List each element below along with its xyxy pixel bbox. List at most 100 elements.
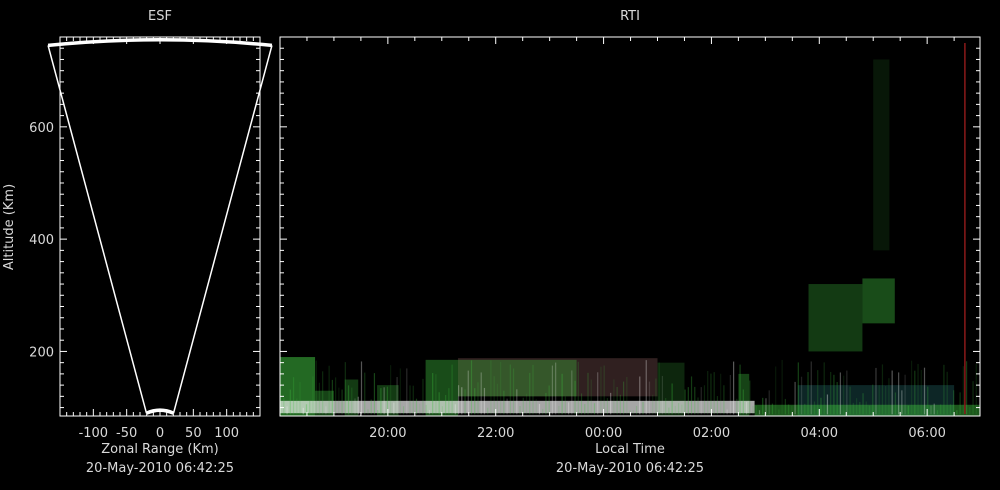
rti-echo-striation bbox=[292, 377, 295, 415]
rti-echo-striation bbox=[739, 364, 741, 415]
rti-echo-striation bbox=[752, 405, 754, 415]
rti-echo-striation bbox=[606, 398, 609, 415]
rti-echo-striation bbox=[690, 376, 693, 415]
rti-echo-striation bbox=[616, 387, 618, 415]
rti-echo-striation bbox=[804, 403, 806, 415]
rti-echo-striation bbox=[402, 406, 405, 415]
rti-echo-striation bbox=[684, 389, 686, 415]
rti-echo-striation bbox=[710, 373, 712, 415]
rti-echo-striation bbox=[694, 386, 696, 415]
rti-echo-striation bbox=[940, 404, 942, 415]
rti-echo-striation bbox=[652, 394, 654, 415]
esf-x-tick-label: -100 bbox=[79, 426, 109, 441]
rti-echo-striation bbox=[357, 396, 359, 415]
rti-echo-striation bbox=[509, 364, 511, 415]
rti-echo-striation bbox=[907, 405, 909, 415]
rti-echo-striation bbox=[564, 396, 566, 415]
rti-echo-striation bbox=[849, 386, 851, 415]
rti-echo-striation bbox=[632, 410, 634, 415]
rti-echo-striation bbox=[328, 365, 330, 415]
rti-echo-striation bbox=[784, 398, 786, 415]
rti-echo-striation bbox=[622, 381, 625, 415]
rti-echo-striation bbox=[742, 389, 744, 415]
rti-echo-striation bbox=[953, 390, 955, 415]
rti-echo-striation bbox=[302, 407, 304, 415]
rti-echo-striation bbox=[470, 360, 473, 415]
rti-echo-striation bbox=[733, 361, 735, 415]
rti-echo-striation bbox=[898, 372, 900, 415]
rti-echo-striation bbox=[289, 389, 291, 415]
rti-echo-striation bbox=[642, 401, 644, 415]
rti-echo-striation bbox=[923, 367, 926, 415]
esf-title: ESF bbox=[148, 9, 172, 24]
rti-echo-striation bbox=[962, 366, 964, 415]
rti-echo-striation bbox=[406, 368, 408, 415]
rti-echo-striation bbox=[587, 372, 589, 415]
rti-echo-striation bbox=[535, 399, 537, 415]
rti-echo-striation bbox=[286, 406, 288, 415]
rti-echo-striation bbox=[338, 387, 340, 415]
rti-echo-striation bbox=[930, 405, 932, 415]
rti-echo-striation bbox=[364, 372, 366, 415]
rti-x-tick-label: 20:00 bbox=[369, 426, 406, 441]
rti-echo-striation bbox=[322, 371, 324, 415]
rti-echo-striation bbox=[648, 381, 651, 415]
rti-echo-striation bbox=[571, 370, 573, 415]
rti-echo-striation bbox=[862, 393, 864, 415]
rti-echo-striation bbox=[768, 390, 770, 415]
rti-echo-striation bbox=[506, 398, 508, 415]
rti-echo-striation bbox=[487, 407, 489, 415]
rti-echo-striation bbox=[681, 404, 683, 415]
rti-echo-striation bbox=[846, 370, 848, 415]
rti-echo-striation bbox=[888, 378, 890, 415]
rti-echo-striation bbox=[797, 362, 799, 415]
rti-echo-striation bbox=[833, 374, 835, 415]
rti-echo-striation bbox=[525, 393, 528, 415]
rti-echo-striation bbox=[959, 392, 961, 415]
rti-echo-striation bbox=[894, 392, 896, 415]
rti-echo-striation bbox=[707, 370, 709, 415]
rti-echo-striation bbox=[626, 376, 628, 415]
rti-echo-striation bbox=[590, 379, 592, 415]
rti-echo-striation bbox=[661, 375, 664, 415]
esf-x-axis-label: Zonal Range (Km) bbox=[101, 442, 218, 457]
rti-echo-striation bbox=[448, 388, 450, 415]
rti-echo-striation bbox=[875, 367, 877, 415]
rti-echo-striation bbox=[820, 397, 822, 415]
rti-echo-striation bbox=[555, 362, 557, 415]
rti-echo-striation bbox=[483, 387, 486, 415]
rti-echo-striation bbox=[393, 402, 395, 415]
rti-echo-striation bbox=[723, 385, 725, 415]
rti-echo-striation bbox=[823, 362, 825, 415]
rti-echo-striation bbox=[674, 405, 676, 415]
rti-echo-striation bbox=[464, 389, 466, 415]
rti-echo-striation bbox=[872, 384, 874, 415]
rti-echo-striation bbox=[428, 409, 431, 415]
rti-echo-striation bbox=[729, 374, 731, 415]
rti-echo-striation bbox=[445, 395, 447, 415]
rti-echo-striation bbox=[516, 389, 518, 415]
rti-echo-region bbox=[873, 59, 890, 251]
esf-y-axis-label: Altitude (Km) bbox=[2, 184, 17, 270]
rti-echo-striation bbox=[309, 400, 311, 415]
rti-echo-striation bbox=[736, 398, 738, 415]
rti-echo-region bbox=[808, 284, 863, 352]
rti-echo-striation bbox=[901, 390, 903, 415]
rti-echo-striation bbox=[500, 361, 502, 415]
esf-y-tick-label: 600 bbox=[29, 121, 54, 136]
figure: ESF RTI -100 -50 0 50 100 200 400 600 20:00 22:0… bbox=[0, 0, 1000, 490]
esf-x-tick-label: 50 bbox=[185, 426, 202, 441]
rti-echo-striation bbox=[749, 380, 751, 415]
rti-echo-striation bbox=[700, 387, 702, 415]
rti-echo-striation bbox=[716, 396, 719, 415]
rti-echo-striation bbox=[548, 385, 550, 415]
rti-echo-striation bbox=[503, 390, 505, 415]
rti-echo-striation bbox=[477, 382, 479, 415]
rti-echo-striation bbox=[377, 410, 379, 415]
rti-echo-striation bbox=[755, 405, 757, 415]
rti-echo-striation bbox=[972, 381, 974, 415]
rti-echo-striation bbox=[325, 406, 327, 415]
rti-timestamp: 20-May-2010 06:42:25 bbox=[556, 461, 704, 476]
rti-echo-striation bbox=[771, 403, 774, 415]
rti-echo-striation bbox=[370, 399, 372, 415]
